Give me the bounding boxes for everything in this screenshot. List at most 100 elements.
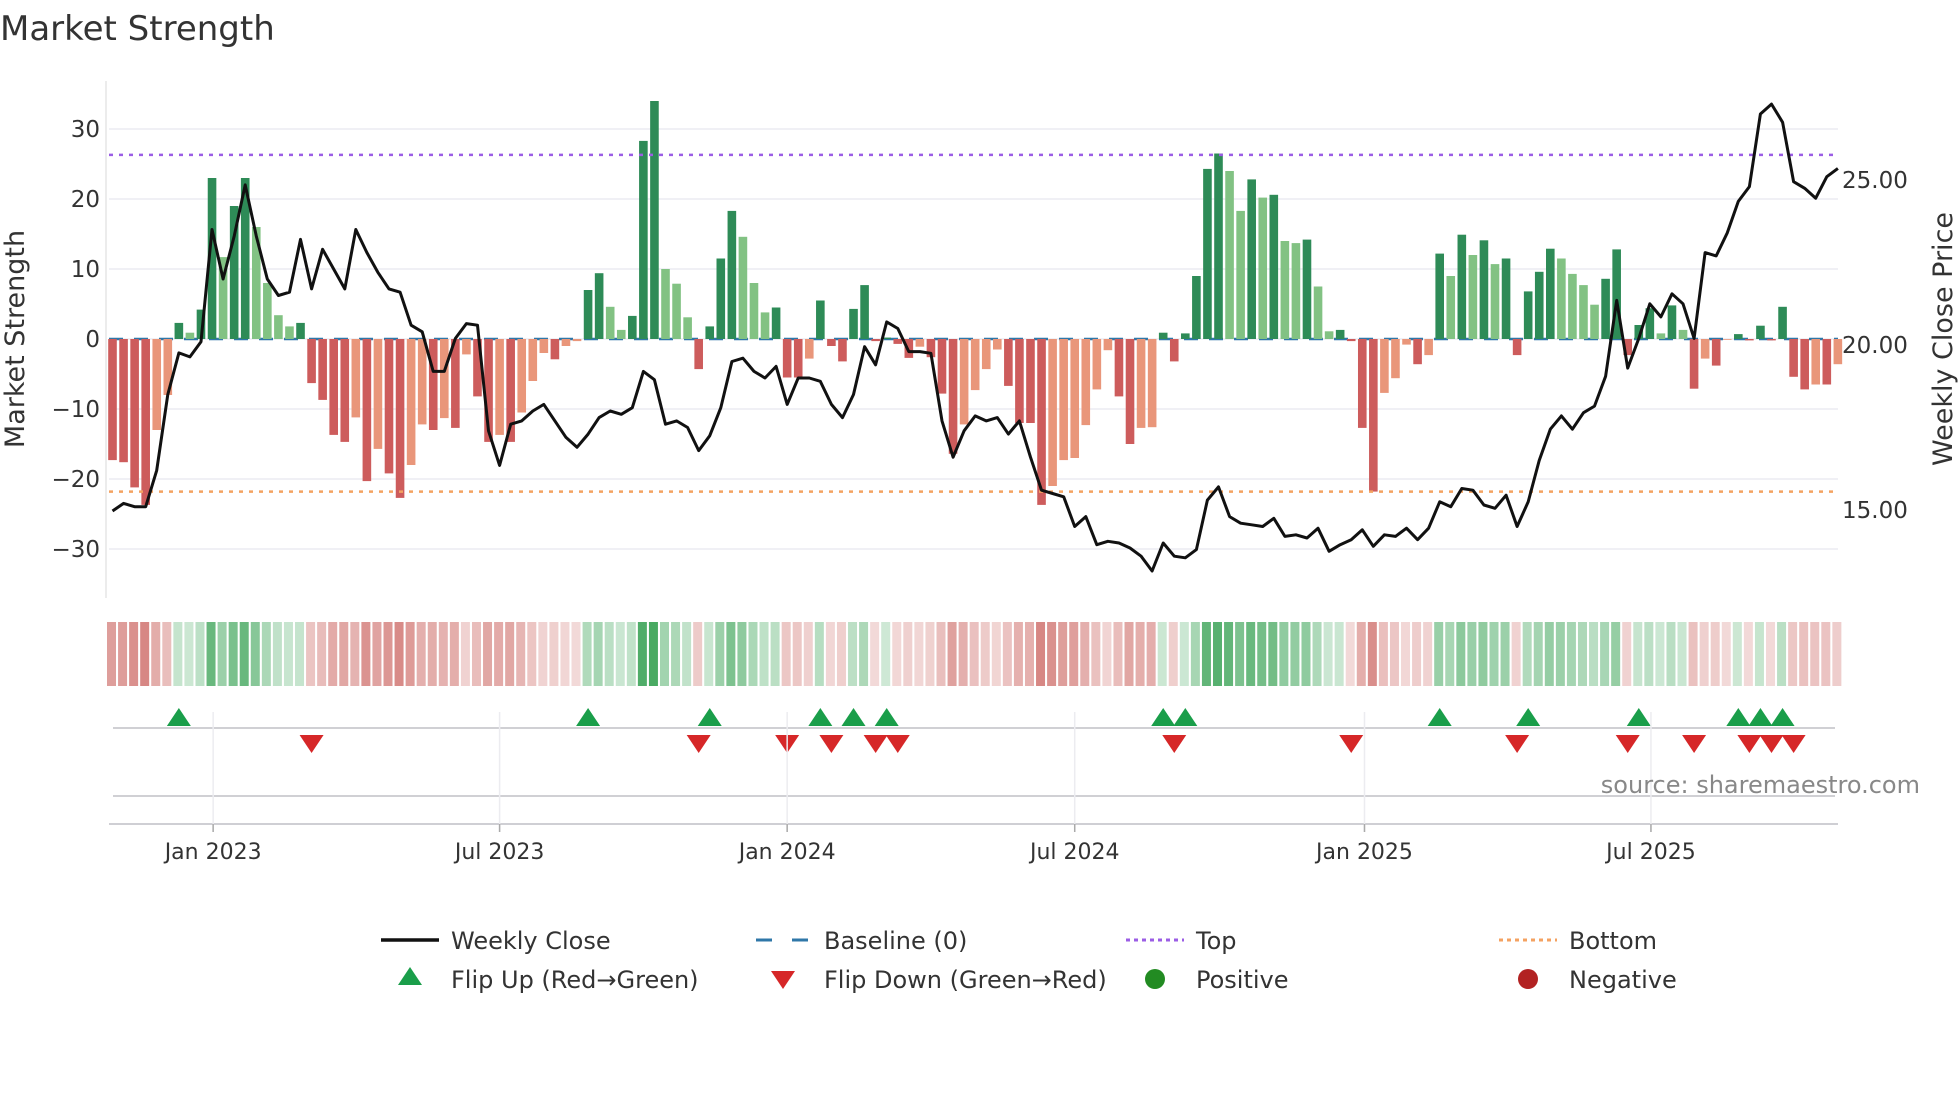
heatmap-cell [1080,622,1090,686]
strength-bar [1656,333,1666,339]
strength-bar [440,339,449,419]
heatmap-cell [527,622,537,686]
heatmap-cell [958,622,968,686]
strength-bar [959,339,969,425]
strength-bar [937,339,947,394]
heatmap-cell [1821,622,1831,686]
strength-bar [1059,339,1068,461]
legend-item: Weekly Close [381,927,611,955]
strength-bar [1568,273,1577,339]
strength-bar [1169,339,1179,362]
weekly-close-line [111,102,1839,573]
heatmap-cell [449,622,459,686]
heatmap-cell [1036,622,1046,686]
heatmap-cell [129,622,139,686]
heatmap-cell [1312,622,1322,686]
strength-bar [119,339,128,463]
x-tick-label: Jan 2024 [737,840,836,865]
flip-down-marker [1759,735,1784,753]
heatmap-cell [571,622,581,686]
strength-bars [108,101,1843,505]
heatmap-cell [339,622,349,686]
strength-bar [130,339,139,488]
heatmap-cell [1257,622,1267,686]
legend-item: Negative [1518,966,1677,994]
strength-bar [804,339,814,359]
flip-up-marker [1173,708,1198,726]
heatmap-cell [1290,622,1300,686]
strength-bar [185,332,195,339]
strength-bar [318,339,327,400]
strength-bar [893,339,903,344]
strength-bar [1778,306,1787,339]
strength-bar [616,329,626,339]
heatmap-cell [715,622,725,686]
heatmap-cell [1157,622,1167,686]
strength-bar [152,339,162,430]
strength-bar [628,315,637,339]
weekly-close-polyline [111,102,1839,573]
strength-bar [771,307,781,339]
heatmap-cell [140,622,150,686]
strength-bar [683,317,692,339]
flip-up-marker [1626,708,1651,726]
strength-bar [1512,339,1522,356]
heatmap-cell [1434,622,1444,686]
flip-up-marker [576,708,601,726]
source-note: source: sharemaestro.com [1601,771,1920,799]
flip-up-marker [1427,708,1452,726]
strength-bar [594,273,604,339]
heatmap-cell [1367,622,1377,686]
legend-label: Baseline (0) [824,927,967,955]
heatmap-cell [549,622,559,686]
heatmap-cell [1644,622,1654,686]
right-axis-title: Weekly Close Price [1928,212,1959,466]
heatmap-cell [1500,622,1510,686]
heatmap-cell [505,622,515,686]
strength-bar [362,339,372,482]
strength-bar [838,339,847,362]
heatmap-cell [538,622,548,686]
strength-bar [1291,243,1301,339]
legend-label: Top [1195,927,1237,955]
heatmap-cell [184,622,194,686]
strength-bar [495,339,504,435]
strength-bar [285,326,294,339]
flip-up-marker [1151,708,1176,726]
strength-bar [1147,339,1157,428]
strength-bar [1225,171,1234,339]
heatmap-cell [803,622,813,686]
heatmap-cell [1511,622,1521,686]
strength-bar [351,339,361,418]
heatmap-cell [1589,622,1599,686]
strength-bar [993,339,1002,350]
y-tick-label: −20 [51,467,100,493]
heatmap-cell [1345,622,1355,686]
strength-bar [672,283,681,339]
heatmap-cell [107,622,116,686]
strength-bar [716,258,726,339]
heatmap-cell [1699,622,1709,686]
strength-bar [1413,339,1422,365]
heatmap-cell [615,622,625,686]
heatmap-cell [1467,622,1477,686]
flip-down-marker [1781,735,1806,753]
legend-label: Positive [1196,966,1289,994]
flip-up-marker [808,708,833,726]
strength-bar [1203,168,1212,339]
heatmap-cell [151,622,161,686]
heatmap-cell [1279,622,1289,686]
strength-bar [406,339,416,465]
strength-bar [1181,333,1190,339]
strength-bar [860,285,869,339]
heatmap-cell [1401,622,1411,686]
flip-up-marker [1726,708,1751,726]
heatmap-cell [1268,622,1278,686]
heatmap-cell [1478,622,1488,686]
strength-bar [694,339,703,370]
heatmap-cell [836,622,846,686]
strength-bar [384,339,394,474]
heatmap-cell [759,622,769,686]
flip-up-marker [697,708,722,726]
heatmap-cell [1224,622,1234,686]
